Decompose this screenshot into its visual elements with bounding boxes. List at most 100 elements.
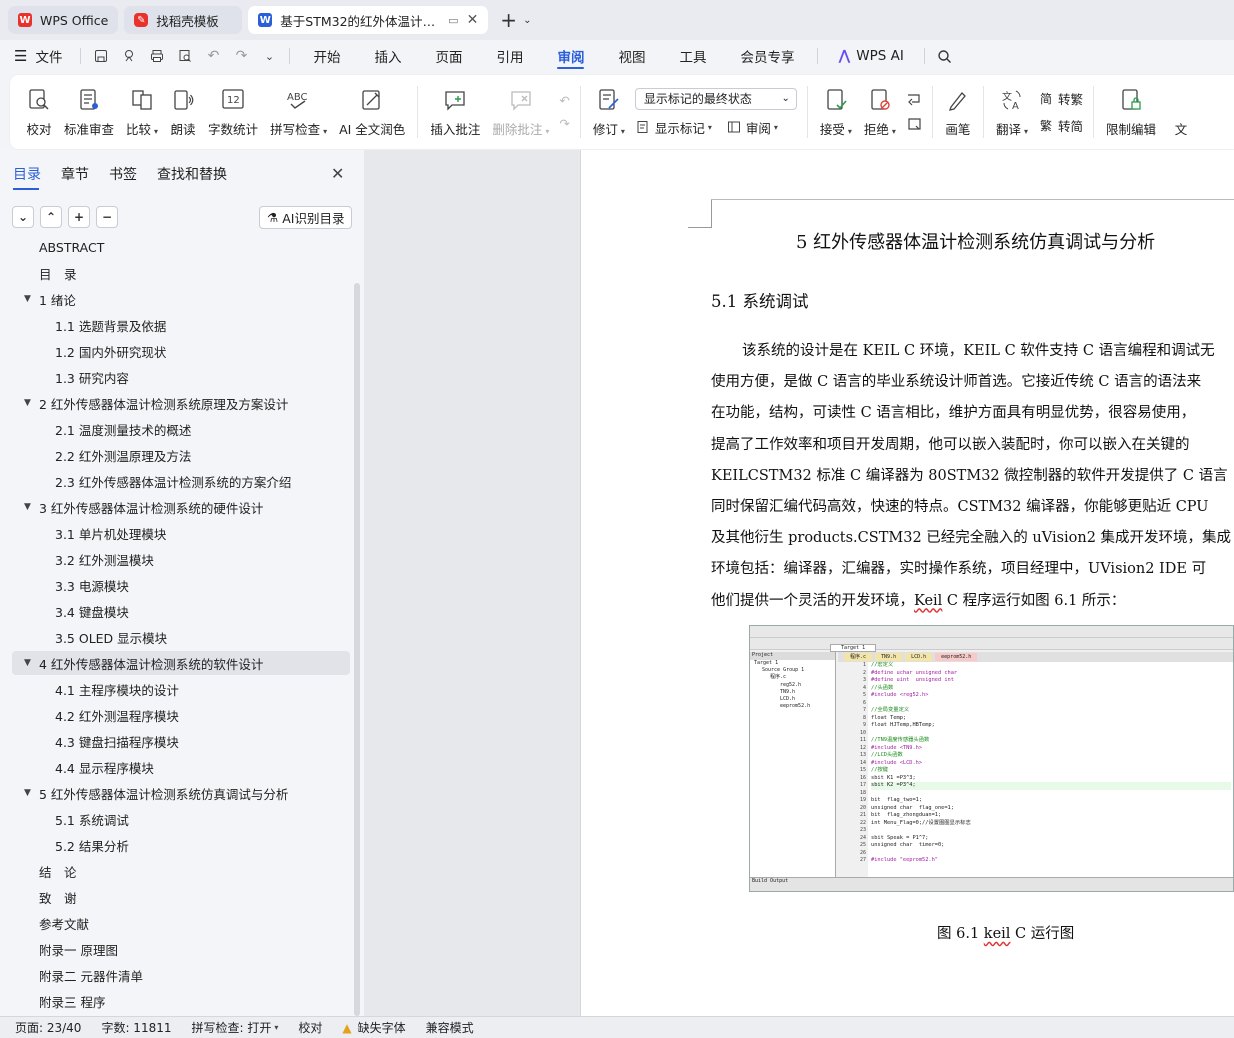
menu-insert[interactable]: 插入 bbox=[357, 40, 418, 72]
ai-polish-button[interactable]: AI 全文润色 bbox=[333, 79, 411, 145]
menu-review[interactable]: 审阅 bbox=[540, 40, 601, 72]
toc-item[interactable]: 附录三 程序 bbox=[12, 989, 350, 1013]
toc-item[interactable]: 附录一 原理图 bbox=[12, 937, 350, 961]
pen-button[interactable]: 画笔 bbox=[939, 79, 977, 145]
status-spell-check[interactable]: 拼写检查: 打开 ▾ bbox=[192, 1019, 279, 1036]
body-paragraph[interactable]: 该系统的设计是在 KEIL C 环境，KEIL C 软件支持 C 语言编程和调试… bbox=[711, 340, 1234, 621]
tab-bookmarks[interactable]: 书签 bbox=[109, 164, 137, 190]
toc-item[interactable]: ABSTRACT bbox=[12, 240, 350, 259]
chevron-down-icon[interactable]: ⌄ bbox=[523, 15, 531, 26]
close-panel-icon[interactable]: ✕ bbox=[331, 164, 344, 183]
toc-item[interactable]: 参考文献 bbox=[12, 911, 350, 935]
toc-item[interactable]: 1.1 选题背景及依据 bbox=[12, 313, 350, 337]
keil-screenshot-figure[interactable]: Target 1 Project Target 1 Source Group 1程… bbox=[749, 625, 1234, 892]
status-page[interactable]: 页面: 23/40 bbox=[15, 1019, 81, 1036]
tab-wps-office[interactable]: W WPS Office bbox=[8, 6, 119, 34]
to-traditional-button[interactable]: 简转繁 bbox=[1038, 89, 1083, 108]
read-aloud-button[interactable]: 朗读 bbox=[164, 79, 202, 145]
undo-icon[interactable]: ↶ bbox=[199, 48, 227, 64]
toc-item[interactable]: 致 谢 bbox=[12, 885, 350, 909]
search-icon[interactable] bbox=[931, 49, 959, 64]
collapse-up-icon[interactable]: ⌃ bbox=[40, 206, 62, 228]
toc-item[interactable]: 2.1 温度测量技术的概述 bbox=[12, 417, 350, 441]
print-icon[interactable] bbox=[143, 49, 171, 63]
tab-find-replace[interactable]: 查找和替换 bbox=[157, 164, 227, 190]
expand-arrow-icon[interactable]: ▼ bbox=[24, 502, 31, 512]
status-word-count[interactable]: 字数: 11811 bbox=[101, 1019, 171, 1036]
next-comment-icon[interactable]: ↷ bbox=[559, 116, 569, 131]
new-tab-icon[interactable]: + bbox=[500, 8, 517, 32]
toc-item[interactable]: ▼ 2 红外传感器体温计检测系统原理及方案设计 bbox=[12, 391, 350, 415]
chapter-heading[interactable]: 5 红外传感器体温计检测系统仿真调试与分析 bbox=[796, 228, 1155, 254]
previous-comment-icon[interactable]: ↶ bbox=[559, 93, 569, 108]
menu-member[interactable]: 会员专享 bbox=[723, 40, 811, 72]
toc-item[interactable]: 5.1 系统调试 bbox=[12, 807, 350, 831]
expand-arrow-icon[interactable]: ▼ bbox=[24, 788, 31, 798]
toc-item[interactable]: ▼ 3 红外传感器体温计检测系统的硬件设计 bbox=[12, 495, 350, 519]
toc-item[interactable]: 4.1 主程序模块的设计 bbox=[12, 677, 350, 701]
expand-arrow-icon[interactable]: ▼ bbox=[24, 398, 31, 408]
close-tab-icon[interactable]: ✕ bbox=[467, 12, 479, 28]
insert-comment-button[interactable]: 插入批注 bbox=[424, 79, 486, 145]
tab-chapters[interactable]: 章节 bbox=[61, 164, 89, 190]
tab-toc[interactable]: 目录 bbox=[13, 164, 41, 190]
show-markup-button[interactable]: 显示标记 ▾ bbox=[635, 118, 712, 137]
print-preview-icon[interactable] bbox=[171, 49, 199, 63]
toc-item[interactable]: 附录二 元器件清单 bbox=[12, 963, 350, 987]
standard-review-button[interactable]: 标准审查 bbox=[58, 79, 120, 145]
tab-current-document[interactable]: W 基于STM32的红外体温计检测 ▭ ✕ bbox=[248, 6, 489, 34]
toc-item[interactable]: 1.2 国内外研究现状 bbox=[12, 339, 350, 363]
figure-caption[interactable]: 图 6.1 keil C 运行图 bbox=[937, 922, 1074, 943]
section-heading[interactable]: 5.1 系统调试 bbox=[711, 288, 809, 312]
toc-item[interactable]: 目 录 bbox=[12, 261, 350, 285]
add-heading-icon[interactable]: + bbox=[68, 206, 90, 228]
markup-display-select[interactable]: 显示标记的最终状态 ⌄ bbox=[634, 87, 797, 110]
spell-check-button[interactable]: ABC 拼写检查 ▾ bbox=[264, 79, 333, 145]
menu-page[interactable]: 页面 bbox=[418, 40, 479, 72]
next-change-icon[interactable] bbox=[906, 116, 922, 132]
wps-ai-button[interactable]: ⋀ WPS AI bbox=[824, 48, 917, 64]
toc-item[interactable]: 3.3 电源模块 bbox=[12, 573, 350, 597]
file-menu[interactable]: ☰ 文件 bbox=[14, 46, 74, 66]
toc-item[interactable]: 3.1 单片机处理模块 bbox=[12, 521, 350, 545]
accept-button[interactable]: 接受 ▾ bbox=[814, 79, 858, 145]
expand-arrow-icon[interactable]: ▼ bbox=[24, 294, 31, 304]
toc-item[interactable]: 3.5 OLED 显示模块 bbox=[12, 625, 350, 649]
restrict-edit-button[interactable]: 限制编辑 bbox=[1100, 79, 1162, 145]
revise-button[interactable]: 修订 ▾ bbox=[587, 79, 631, 145]
compare-button[interactable]: 比较 ▾ bbox=[120, 79, 164, 145]
monitor-icon[interactable]: ▭ bbox=[448, 14, 458, 27]
translate-button[interactable]: 文A 翻译 ▾ bbox=[990, 79, 1034, 145]
status-missing-font[interactable]: ▲ 缺失字体 bbox=[342, 1019, 405, 1036]
toc-item[interactable]: 3.4 键盘模块 bbox=[12, 599, 350, 623]
toc-item[interactable]: ▼ 5 红外传感器体温计检测系统仿真调试与分析 bbox=[12, 781, 350, 805]
redo-icon[interactable]: ↷ bbox=[227, 48, 255, 64]
menu-start[interactable]: 开始 bbox=[296, 40, 357, 72]
document-permission-button[interactable]: 文 bbox=[1162, 79, 1194, 145]
menu-tools[interactable]: 工具 bbox=[662, 40, 723, 72]
toc-item[interactable]: 2.3 红外传感器体温计检测系统的方案介绍 bbox=[12, 469, 350, 493]
toc-item[interactable]: 4.3 键盘扫描程序模块 bbox=[12, 729, 350, 753]
toc-item[interactable]: ▼ 4 红外传感器体温计检测系统的软件设计 bbox=[12, 651, 350, 675]
menu-references[interactable]: 引用 bbox=[479, 40, 540, 72]
reject-button[interactable]: 拒绝 ▾ bbox=[858, 79, 902, 145]
tab-docer-templates[interactable]: ✎ 找稻壳模板 bbox=[124, 6, 243, 34]
menu-view[interactable]: 视图 bbox=[601, 40, 662, 72]
toc-scrollbar[interactable] bbox=[354, 283, 360, 1016]
status-proofread[interactable]: 校对 bbox=[298, 1019, 322, 1036]
save-icon[interactable] bbox=[87, 49, 115, 63]
to-simplified-button[interactable]: 繁转简 bbox=[1038, 116, 1083, 135]
export-icon[interactable] bbox=[115, 49, 143, 63]
chevron-down-icon[interactable]: ⌄ bbox=[255, 50, 283, 63]
toc-item[interactable]: 1.3 研究内容 bbox=[12, 365, 350, 389]
toc-item[interactable]: 5.2 结果分析 bbox=[12, 833, 350, 857]
expand-arrow-icon[interactable]: ▼ bbox=[24, 658, 31, 668]
toc-item[interactable]: 3.2 红外测温模块 bbox=[12, 547, 350, 571]
toc-item[interactable]: ▼ 1 绪论 bbox=[12, 287, 350, 311]
ai-toc-button[interactable]: ⚗ AI识别目录 bbox=[259, 206, 353, 229]
toc-item[interactable]: 2.2 红外测温原理及方法 bbox=[12, 443, 350, 467]
previous-change-icon[interactable] bbox=[906, 92, 922, 108]
delete-comment-button[interactable]: 删除批注 ▾ bbox=[486, 79, 555, 145]
toc-item[interactable]: 4.4 显示程序模块 bbox=[12, 755, 350, 779]
remove-heading-icon[interactable]: − bbox=[96, 206, 118, 228]
